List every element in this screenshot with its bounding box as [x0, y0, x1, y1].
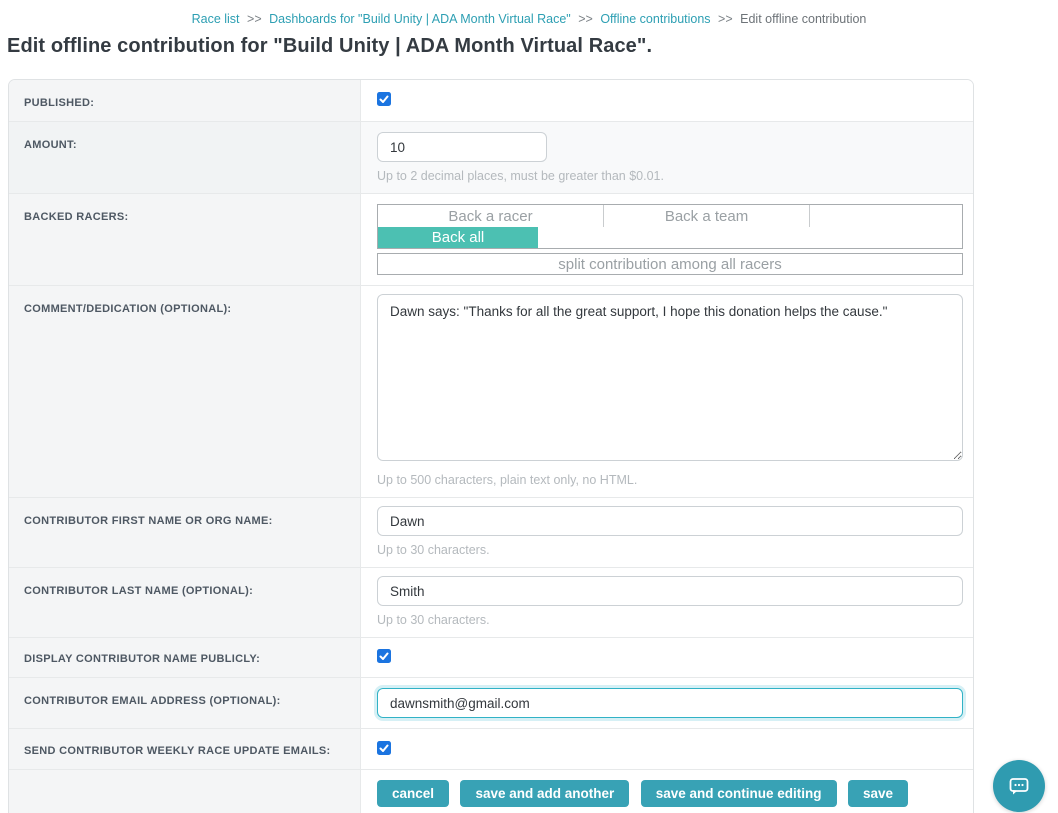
- cancel-button[interactable]: cancel: [377, 780, 449, 807]
- breadcrumb-separator: >>: [718, 12, 733, 26]
- back-a-racer-button[interactable]: Back a racer: [378, 205, 604, 227]
- email-field-cell: [361, 678, 973, 728]
- published-label-cell: PUBLISHED:: [9, 80, 361, 121]
- back-all-button[interactable]: Back all: [378, 227, 538, 248]
- backed-racers-empty-cell: [810, 205, 962, 227]
- last-name-label: CONTRIBUTOR LAST NAME (OPTIONAL):: [24, 585, 253, 597]
- last-name-label-cell: CONTRIBUTOR LAST NAME (OPTIONAL):: [9, 568, 361, 637]
- form-row-display-publicly: DISPLAY CONTRIBUTOR NAME PUBLICLY:: [9, 637, 973, 677]
- amount-label-cell: AMOUNT:: [9, 122, 361, 193]
- comment-field-cell: Dawn says: "Thanks for all the great sup…: [361, 286, 973, 497]
- actions-field-cell: cancel save and add another save and con…: [361, 770, 973, 813]
- backed-racers-selected-row: Back all: [378, 227, 962, 248]
- breadcrumb-link-dashboards[interactable]: Dashboards for "Build Unity | ADA Month …: [269, 12, 571, 26]
- form-row-published: PUBLISHED:: [9, 80, 973, 121]
- page-title: Edit offline contribution for "Build Uni…: [7, 35, 1058, 58]
- breadcrumb-separator: >>: [247, 12, 262, 26]
- check-icon: [379, 651, 389, 661]
- display-publicly-checkbox[interactable]: [377, 649, 391, 663]
- display-publicly-label: DISPLAY CONTRIBUTOR NAME PUBLICLY:: [24, 653, 260, 665]
- save-and-continue-editing-button[interactable]: save and continue editing: [641, 780, 837, 807]
- comment-label: COMMENT/DEDICATION (OPTIONAL):: [24, 303, 231, 315]
- form-row-last-name: CONTRIBUTOR LAST NAME (OPTIONAL): Up to …: [9, 567, 973, 637]
- save-and-add-another-button[interactable]: save and add another: [460, 780, 629, 807]
- weekly-emails-label: SEND CONTRIBUTOR WEEKLY RACE UPDATE EMAI…: [24, 745, 330, 757]
- backed-racers-label-cell: BACKED RACERS:: [9, 194, 361, 285]
- backed-racers-option-row: Back a racer Back a team: [378, 205, 962, 227]
- weekly-emails-label-cell: SEND CONTRIBUTOR WEEKLY RACE UPDATE EMAI…: [9, 729, 361, 769]
- breadcrumb-current: Edit offline contribution: [740, 12, 866, 26]
- form-row-backed-racers: BACKED RACERS: Back a racer Back a team …: [9, 193, 973, 285]
- actions-label-cell: [9, 770, 361, 813]
- first-name-field-cell: Up to 30 characters.: [361, 498, 973, 567]
- form-row-amount: AMOUNT: Up to 2 decimal places, must be …: [9, 121, 973, 193]
- published-field-cell: [361, 80, 973, 121]
- comment-help-text: Up to 500 characters, plain text only, n…: [377, 473, 963, 487]
- display-publicly-label-cell: DISPLAY CONTRIBUTOR NAME PUBLICLY:: [9, 638, 361, 677]
- form-row-weekly-emails: SEND CONTRIBUTOR WEEKLY RACE UPDATE EMAI…: [9, 728, 973, 769]
- split-contribution-button[interactable]: split contribution among all racers: [377, 253, 963, 275]
- breadcrumb-separator: >>: [578, 12, 593, 26]
- form-row-email: CONTRIBUTOR EMAIL ADDRESS (OPTIONAL):: [9, 677, 973, 728]
- amount-label: AMOUNT:: [24, 139, 77, 151]
- published-label: PUBLISHED:: [24, 97, 94, 109]
- first-name-help-text: Up to 30 characters.: [377, 543, 963, 557]
- check-icon: [379, 94, 389, 104]
- first-name-input[interactable]: [377, 506, 963, 536]
- breadcrumb-link-offline-contributions[interactable]: Offline contributions: [600, 12, 710, 26]
- published-checkbox[interactable]: [377, 92, 391, 106]
- chat-bubble-icon: [1006, 773, 1032, 799]
- form-row-comment: COMMENT/DEDICATION (OPTIONAL): Dawn says…: [9, 285, 973, 497]
- breadcrumb: Race list >> Dashboards for "Build Unity…: [0, 0, 1058, 26]
- save-button[interactable]: save: [848, 780, 908, 807]
- first-name-label-cell: CONTRIBUTOR FIRST NAME OR ORG NAME:: [9, 498, 361, 567]
- display-publicly-field-cell: [361, 638, 973, 677]
- check-icon: [379, 743, 389, 753]
- amount-help-text: Up to 2 decimal places, must be greater …: [377, 169, 963, 183]
- email-label: CONTRIBUTOR EMAIL ADDRESS (OPTIONAL):: [24, 695, 281, 707]
- form-row-first-name: CONTRIBUTOR FIRST NAME OR ORG NAME: Up t…: [9, 497, 973, 567]
- weekly-emails-field-cell: [361, 729, 973, 769]
- backed-racers-field-cell: Back a racer Back a team Back all split …: [361, 194, 973, 285]
- amount-field-cell: Up to 2 decimal places, must be greater …: [361, 122, 973, 193]
- last-name-input[interactable]: [377, 576, 963, 606]
- first-name-label: CONTRIBUTOR FIRST NAME OR ORG NAME:: [24, 515, 273, 527]
- backed-racers-selector: Back a racer Back a team Back all: [377, 204, 963, 249]
- last-name-field-cell: Up to 30 characters.: [361, 568, 973, 637]
- amount-input[interactable]: [377, 132, 547, 162]
- last-name-help-text: Up to 30 characters.: [377, 613, 963, 627]
- chat-button[interactable]: [993, 760, 1045, 812]
- page: Race list >> Dashboards for "Build Unity…: [0, 0, 1058, 813]
- breadcrumb-link-race-list[interactable]: Race list: [192, 12, 240, 26]
- comment-textarea[interactable]: Dawn says: "Thanks for all the great sup…: [377, 294, 963, 461]
- backed-racers-label: BACKED RACERS:: [24, 211, 128, 223]
- email-input[interactable]: [377, 688, 963, 718]
- comment-label-cell: COMMENT/DEDICATION (OPTIONAL):: [9, 286, 361, 497]
- edit-offline-contribution-form: PUBLISHED: AMOUNT: Up to 2 decimal place…: [8, 79, 974, 813]
- back-a-team-button[interactable]: Back a team: [604, 205, 810, 227]
- weekly-emails-checkbox[interactable]: [377, 741, 391, 755]
- email-label-cell: CONTRIBUTOR EMAIL ADDRESS (OPTIONAL):: [9, 678, 361, 728]
- form-row-actions: cancel save and add another save and con…: [9, 769, 973, 813]
